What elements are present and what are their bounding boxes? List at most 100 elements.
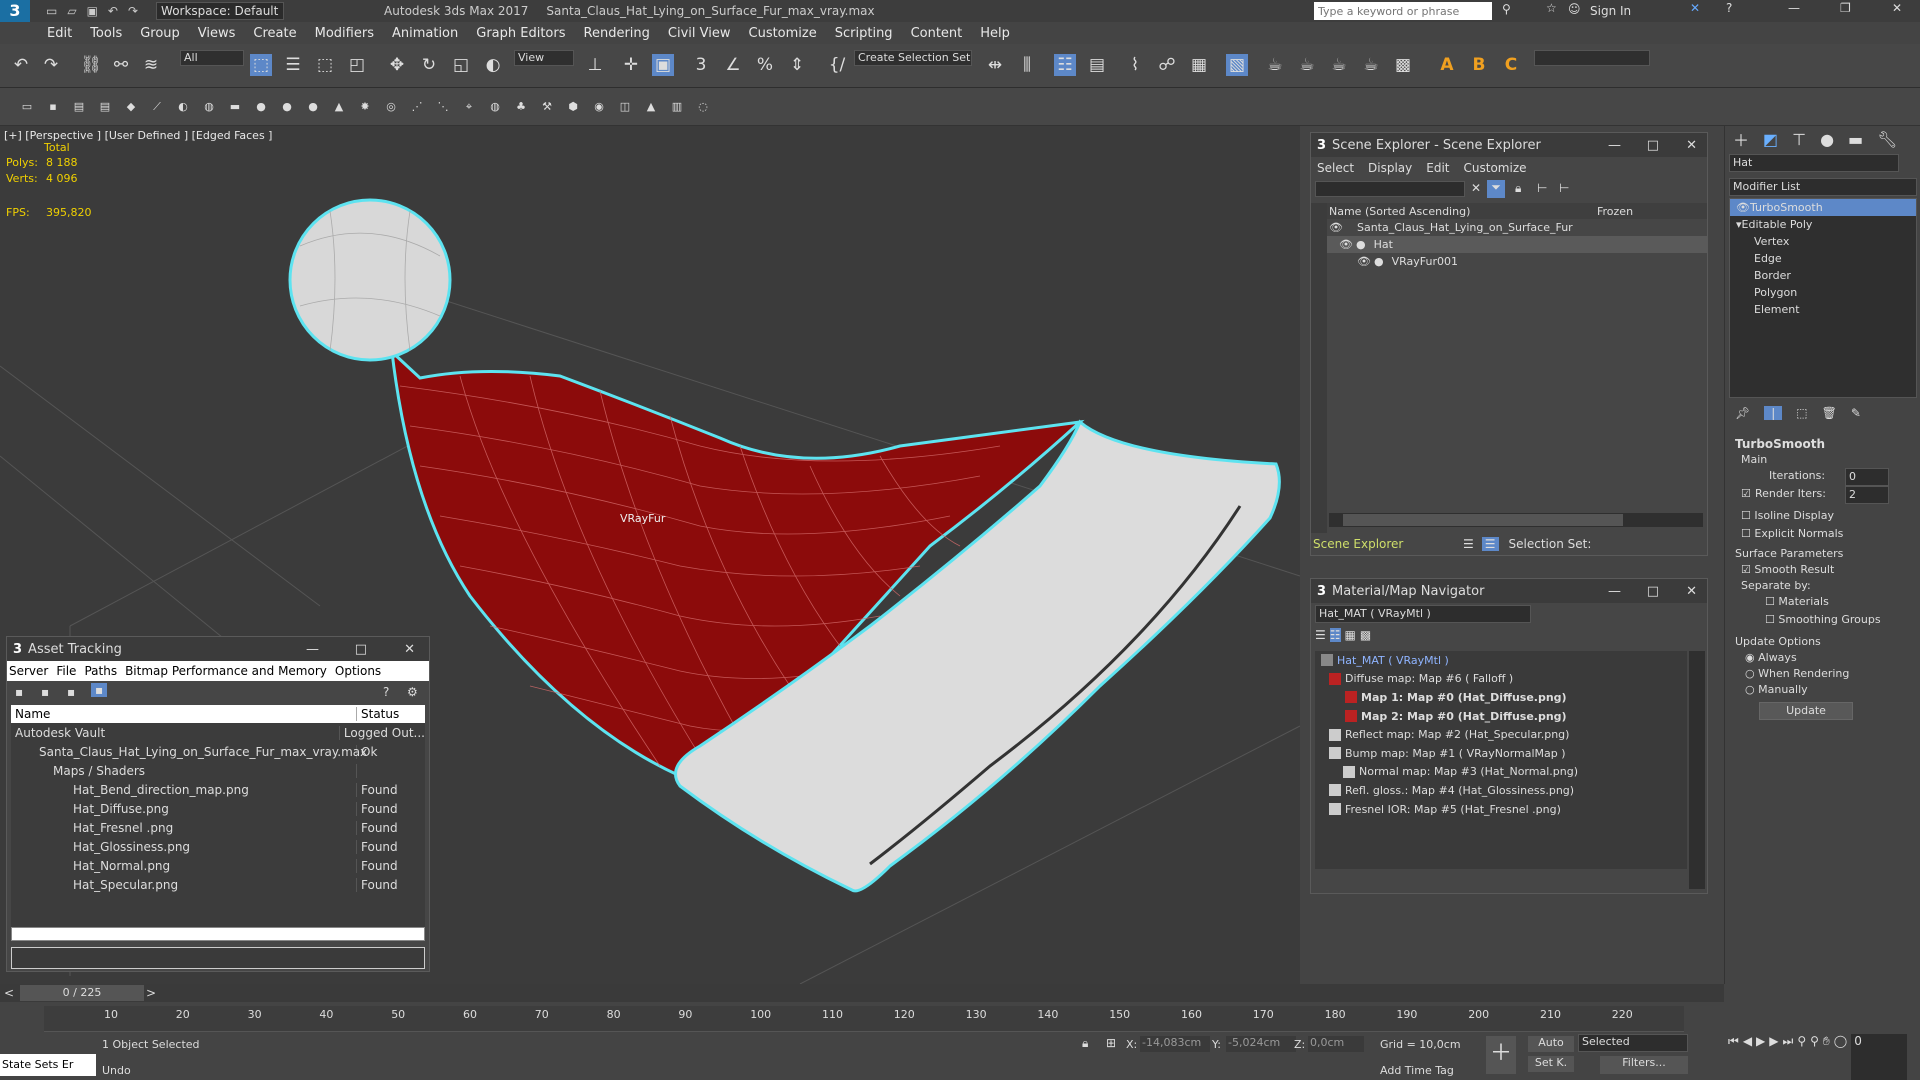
object-name-field[interactable]: Hat xyxy=(1729,154,1899,172)
asset-menu-bitmap-performance-and-memory[interactable]: Bitmap Performance and Memory xyxy=(125,664,327,678)
asset-row[interactable]: Hat_Specular.png Found xyxy=(11,875,425,894)
placement-icon[interactable]: ◐ xyxy=(482,54,504,76)
undo-icon[interactable]: ↶ xyxy=(10,54,32,76)
open-icon[interactable]: ▱ xyxy=(67,4,76,18)
create-tab-icon[interactable]: ＋ xyxy=(1733,127,1749,151)
material-navigator-header[interactable]: 3 Material/Map Navigator — □ ✕ xyxy=(1311,579,1707,603)
pin-stack-icon[interactable]: 📌︎ xyxy=(1735,406,1750,420)
ribbon-tool-icon[interactable]: ⋱ xyxy=(432,96,454,118)
prev-frame-icon[interactable]: < xyxy=(4,986,14,1000)
se-menu-display[interactable]: Display xyxy=(1368,161,1412,175)
asset-row[interactable]: Maps / Shaders xyxy=(11,761,425,780)
ribbon-tool-icon[interactable]: ✸ xyxy=(354,96,376,118)
rollout-title[interactable]: TurboSmooth xyxy=(1735,436,1920,452)
redo-icon[interactable]: ↷ xyxy=(40,54,62,76)
minimize-icon[interactable]: — xyxy=(306,642,319,657)
key-mode-dropdown[interactable]: Selected xyxy=(1578,1034,1688,1052)
close-icon[interactable]: ✕ xyxy=(1892,1,1902,15)
material-tree-item[interactable]: Map 1: Map #0 (Hat_Diffuse.png) xyxy=(1315,688,1687,707)
asset-row[interactable]: Hat_Bend_direction_map.png Found xyxy=(11,780,425,799)
display-tab-icon[interactable]: ▬ xyxy=(1848,130,1863,149)
ribbon-tool-icon[interactable]: ◍ xyxy=(484,96,506,118)
asset-path-field[interactable] xyxy=(11,947,425,969)
configure-sets-icon[interactable]: ✎ xyxy=(1851,406,1861,420)
grid-view-icon[interactable]: ▪ xyxy=(91,683,108,697)
asset-row[interactable]: Hat_Fresnel .png Found xyxy=(11,818,425,837)
show-end-result-icon[interactable]: ❘ xyxy=(1764,406,1783,420)
options-icon[interactable]: ⚙ xyxy=(407,685,418,699)
frame-field[interactable]: 0 xyxy=(1851,1034,1908,1080)
when-rendering-radio[interactable]: ○ xyxy=(1735,667,1755,680)
modify-tab-icon[interactable]: ◩ xyxy=(1763,130,1778,149)
bind-space-warp-icon[interactable]: ≋ xyxy=(140,54,162,76)
ribbon-icon[interactable]: ▤ xyxy=(1086,54,1108,76)
scene-explorer-header[interactable]: 3 Scene Explorer - Scene Explorer — □ ✕ xyxy=(1311,133,1707,157)
undo-icon[interactable]: ↶ xyxy=(108,4,118,18)
add-time-tag-link[interactable]: Add Time Tag xyxy=(1380,1064,1454,1077)
maximize-icon[interactable]: □ xyxy=(355,642,367,657)
ribbon-tool-icon[interactable]: ▤ xyxy=(94,96,116,118)
menu-customize[interactable]: Customize xyxy=(740,26,826,41)
binoculars-icon[interactable]: ⚲ xyxy=(1502,2,1511,16)
menu-animation[interactable]: Animation xyxy=(383,26,467,41)
ribbon-tool-icon[interactable]: ◫ xyxy=(614,96,636,118)
explicit-normals-checkbox[interactable]: ☐ xyxy=(1735,527,1751,540)
ribbon-tool-icon[interactable]: ◆ xyxy=(120,96,142,118)
sign-in-link[interactable]: Sign In xyxy=(1590,4,1631,18)
search-input[interactable] xyxy=(1314,2,1492,20)
asset-menu-paths[interactable]: Paths xyxy=(84,664,117,678)
modifier-stack-item[interactable]: Polygon xyxy=(1730,284,1916,301)
ribbon-tool-icon[interactable]: ▲ xyxy=(328,96,350,118)
list-view-icon[interactable]: ☰ xyxy=(1315,628,1326,642)
set-key-big-button[interactable]: ＋ xyxy=(1486,1036,1516,1074)
hierarchy2-icon[interactable]: ⊢ xyxy=(1559,181,1569,195)
zoom-icon[interactable]: ⚲ xyxy=(1797,1034,1806,1080)
ribbon-tool-icon[interactable]: ⚒ xyxy=(536,96,558,118)
abs-mode-icon[interactable]: ⊞ xyxy=(1106,1036,1116,1050)
unlink-icon[interactable]: ⚯ xyxy=(110,54,132,76)
menu-views[interactable]: Views xyxy=(189,26,245,41)
material-tree-item[interactable]: Refl. gloss.: Map #4 (Hat_Glossiness.png… xyxy=(1315,781,1687,800)
checkout-icon[interactable]: ▪ xyxy=(41,685,49,699)
material-tree-item[interactable]: Diffuse map: Map #6 ( Falloff ) xyxy=(1315,670,1687,689)
filter-icon[interactable]: ⏷ xyxy=(1487,180,1505,198)
play-icon[interactable]: ▶ xyxy=(1756,1034,1765,1080)
text-c-icon[interactable]: C xyxy=(1500,54,1522,76)
selection-lock-icon[interactable]: 🔒︎ xyxy=(1082,1036,1088,1051)
rotate-icon[interactable]: ↻ xyxy=(418,54,440,76)
exchange-icon[interactable]: ✕ xyxy=(1690,1,1700,15)
save-icon[interactable]: ▣ xyxy=(87,4,98,18)
timeline-track[interactable]: 10 20 30 40 50 60 70 80 90 100 110 120 130 140 150 160 1… xyxy=(44,1006,1684,1032)
hierarchy-icon[interactable]: ⊢ xyxy=(1537,181,1547,195)
iterations-spinner[interactable]: 0 xyxy=(1845,468,1889,486)
clear-search-icon[interactable]: ✕ xyxy=(1471,181,1481,195)
ribbon-tool-icon[interactable]: ◍ xyxy=(198,96,220,118)
select-object-icon[interactable]: ⬚ xyxy=(250,54,272,76)
asset-menu-options[interactable]: Options xyxy=(335,664,381,678)
align-icon[interactable]: ⫼ xyxy=(1016,54,1038,76)
schematic-view-icon[interactable]: ☍ xyxy=(1156,54,1178,76)
material-editor-icon[interactable]: ▦ xyxy=(1188,54,1210,76)
material-tree-item[interactable]: Map 2: Map #0 (Hat_Diffuse.png) xyxy=(1315,707,1687,726)
modifier-stack-item[interactable]: 👁︎ TurboSmooth xyxy=(1730,199,1916,216)
orbit-icon[interactable]: ◯ xyxy=(1834,1034,1847,1080)
ribbon-tool-icon[interactable]: ⋰ xyxy=(406,96,428,118)
rectangular-selection-icon[interactable]: ⬚ xyxy=(314,54,336,76)
named-selection-icon[interactable]: {/ xyxy=(826,54,848,76)
auto-key-button[interactable]: Auto xyxy=(1528,1036,1574,1052)
scene-search-input[interactable] xyxy=(1315,181,1465,197)
set-key-button[interactable]: Set K. xyxy=(1528,1056,1574,1072)
minimize-icon[interactable]: — xyxy=(1788,1,1800,15)
ribbon-tool-icon[interactable]: ▲ xyxy=(640,96,662,118)
render-grid-icon[interactable]: ▩ xyxy=(1392,54,1414,76)
menu-group[interactable]: Group xyxy=(131,26,189,41)
zoom-all-icon[interactable]: ⚲ xyxy=(1810,1034,1819,1080)
keyboard-shortcut-icon[interactable]: ▣ xyxy=(652,54,674,76)
asset-row[interactable]: Santa_Claus_Hat_Lying_on_Surface_Fur_max… xyxy=(11,742,425,761)
server-icon[interactable]: ▪ xyxy=(15,685,23,699)
next-frame-icon[interactable]: > xyxy=(146,986,156,1000)
make-unique-icon[interactable]: ⬚ xyxy=(1796,406,1807,420)
mirror-icon[interactable]: ⇹ xyxy=(984,54,1006,76)
create-selection-set-dropdown[interactable]: Create Selection Set xyxy=(854,50,972,66)
help-icon[interactable]: ? xyxy=(383,685,389,699)
